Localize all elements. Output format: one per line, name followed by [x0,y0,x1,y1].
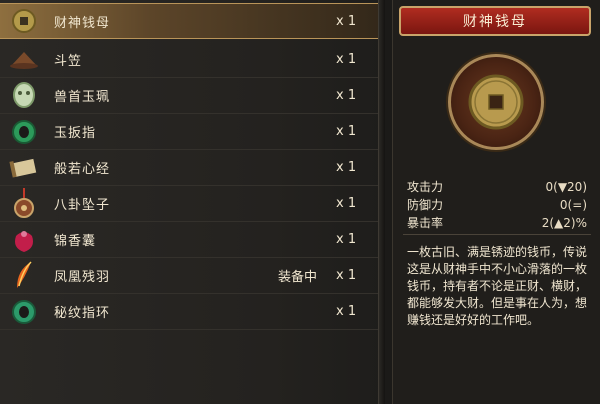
item-quantity: x 1 [336,304,357,319]
item-quantity: x 1 [336,13,357,29]
bagua-pendant-icon [8,187,40,220]
jade-ring-icon [8,296,40,328]
item-row[interactable]: 秘纹指环 x 1 [0,294,378,330]
item-description: 一枚古旧、满是锈迹的钱币，传说这是从财神手中不小心滑落的一枚钱币，持有者不论是正… [407,245,588,327]
item-list-panel: 财神钱母 x 1 斗笠 x 1 兽首玉珮 x 1 玉扳指 x 1 般若心经 x … [0,0,385,404]
equipped-status: 装备中 [278,270,318,285]
item-row[interactable]: 八卦坠子 x 1 [0,186,378,222]
item-row[interactable]: 锦香囊 x 1 [0,222,378,258]
item-quantity: x 1 [336,88,357,103]
item-title-banner: 财神钱母 [399,6,591,36]
stat-label: 暴击率 [407,216,444,230]
beast-jade-pendant-icon [8,80,40,112]
item-title: 财神钱母 [463,14,527,30]
item-quantity: x 1 [336,196,357,211]
stat-attack: 攻击力 0(▼20) [407,178,587,196]
item-row[interactable]: 斗笠 x 1 [0,42,378,78]
sachet-icon [8,224,40,256]
item-name: 锦香囊 [54,234,97,249]
item-detail-panel: 财神钱母 攻击力 0(▼20) 防御力 0(=) 暴击率 2(▲2)% 一枚古旧… [392,0,600,404]
divider [403,234,591,235]
item-quantity: x 1 [336,124,357,139]
jade-ring-icon [8,116,40,148]
phoenix-feather-icon [8,260,40,292]
item-name: 秘纹指环 [54,306,111,321]
scroll-icon [8,152,40,184]
stat-crit-rate: 暴击率 2(▲2)% [407,214,587,232]
item-name: 玉扳指 [54,126,97,141]
item-name: 斗笠 [54,54,83,69]
item-row[interactable]: 财神钱母 x 1 [0,3,378,39]
item-name: 八卦坠子 [54,198,111,213]
scrollbar-track[interactable] [378,0,385,404]
stat-label: 攻击力 [407,180,444,194]
item-quantity: x 1 [336,268,357,283]
stat-label: 防御力 [407,198,444,212]
stat-value: 2(▲2)% [541,216,587,230]
stat-value: 0(▼20) [545,180,587,194]
stat-value: 0(=) [559,198,587,212]
copper-coin-icon [468,74,524,130]
item-quantity: x 1 [336,160,357,175]
straw-hat-icon [8,44,40,76]
coin-icon [8,5,40,37]
item-name: 凤凰残羽 [54,270,111,285]
item-row[interactable]: 玉扳指 x 1 [0,114,378,150]
item-portrait [448,54,544,150]
item-quantity: x 1 [336,52,357,67]
item-quantity: x 1 [336,232,357,247]
item-row[interactable]: 凤凰残羽 装备中 x 1 [0,258,378,294]
item-name: 般若心经 [54,162,111,177]
item-stats: 攻击力 0(▼20) 防御力 0(=) 暴击率 2(▲2)% [407,178,587,232]
item-name: 财神钱母 [54,15,111,31]
stat-defense: 防御力 0(=) [407,196,587,214]
item-name: 兽首玉珮 [54,90,111,105]
item-row[interactable]: 般若心经 x 1 [0,150,378,186]
item-row[interactable]: 兽首玉珮 x 1 [0,78,378,114]
